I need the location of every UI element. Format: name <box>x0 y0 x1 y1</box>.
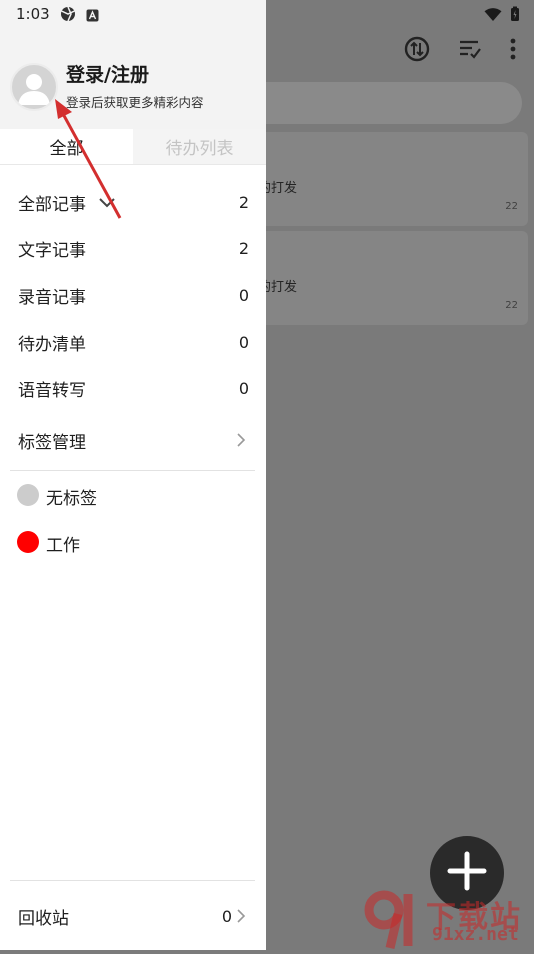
category-count: 0 <box>238 378 249 398</box>
tag-color-dot <box>17 531 39 553</box>
recycle-bin-item[interactable]: 回收站 0 <box>0 896 266 936</box>
category-audio-notes[interactable]: 录音记事 0 <box>0 275 266 315</box>
login-subtitle: 登录后获取更多精彩内容 <box>66 95 204 110</box>
navigation-drawer: 1:03 登录/注册 登录后获取更多精彩内容 全部 待办列表 全部记事 2 文字… <box>0 0 266 950</box>
category-count: 2 <box>238 192 249 212</box>
chevron-down-icon[interactable] <box>98 194 116 213</box>
more-options-icon[interactable] <box>510 38 516 60</box>
app-notification-icon <box>86 7 99 26</box>
drawer-tabs: 全部 待办列表 <box>0 129 266 165</box>
tag-label: 工作 <box>46 536 80 556</box>
note-card[interactable]: 的打发 22 <box>250 132 528 226</box>
status-bar-right <box>484 6 520 26</box>
chevron-right-icon <box>236 908 246 928</box>
sort-icon[interactable] <box>458 38 482 60</box>
note-date: 22 <box>505 201 518 212</box>
search-bar[interactable] <box>230 82 522 124</box>
chevron-right-icon <box>236 432 246 452</box>
category-count: 0 <box>238 332 249 352</box>
category-voice-transcription[interactable]: 语音转写 0 <box>0 368 266 408</box>
category-todo-checklist[interactable]: 待办清单 0 <box>0 322 266 362</box>
category-count: 0 <box>238 285 249 305</box>
divider <box>10 880 255 881</box>
tag-item-no-tag[interactable]: 无标签 <box>0 477 266 513</box>
category-label: 待办清单 <box>18 334 86 355</box>
status-time: 1:03 <box>16 5 50 23</box>
tag-management-label: 标签管理 <box>18 432 86 453</box>
watermark-url: 91xz.net <box>432 924 519 945</box>
user-silhouette-icon <box>18 74 50 105</box>
sync-icon[interactable] <box>404 36 430 62</box>
watermark-logo-icon <box>362 886 428 954</box>
login-register-title[interactable]: 登录/注册 <box>66 60 149 87</box>
tag-label: 无标签 <box>46 489 97 509</box>
tag-management-item[interactable]: 标签管理 <box>0 420 266 460</box>
avatar[interactable] <box>10 63 58 111</box>
tag-item-work[interactable]: 工作 <box>0 524 266 560</box>
recycle-bin-label: 回收站 <box>18 908 69 929</box>
category-text-notes[interactable]: 文字记事 2 <box>0 228 266 268</box>
wifi-icon <box>484 7 502 26</box>
aperture-icon <box>60 6 76 26</box>
category-label: 全部记事 <box>18 194 86 215</box>
category-all-notes[interactable]: 全部记事 2 <box>0 182 266 222</box>
note-card[interactable]: 的打发 22 <box>250 231 528 325</box>
tag-color-dot <box>17 484 39 506</box>
category-count: 2 <box>238 238 249 258</box>
battery-icon <box>510 6 520 26</box>
watermark: 下载站 91xz.net <box>362 886 534 950</box>
category-label: 文字记事 <box>18 240 86 261</box>
tab-all[interactable]: 全部 <box>0 129 133 165</box>
category-label: 语音转写 <box>18 380 86 401</box>
divider <box>10 470 255 471</box>
top-toolbar <box>404 36 516 62</box>
tab-todo-list[interactable]: 待办列表 <box>133 129 266 165</box>
note-date: 22 <box>505 300 518 311</box>
status-bar-left-icons <box>60 6 99 26</box>
recycle-bin-count: 0 <box>221 906 232 926</box>
category-label: 录音记事 <box>18 287 86 308</box>
drawer-header: 1:03 登录/注册 登录后获取更多精彩内容 <box>0 0 266 129</box>
